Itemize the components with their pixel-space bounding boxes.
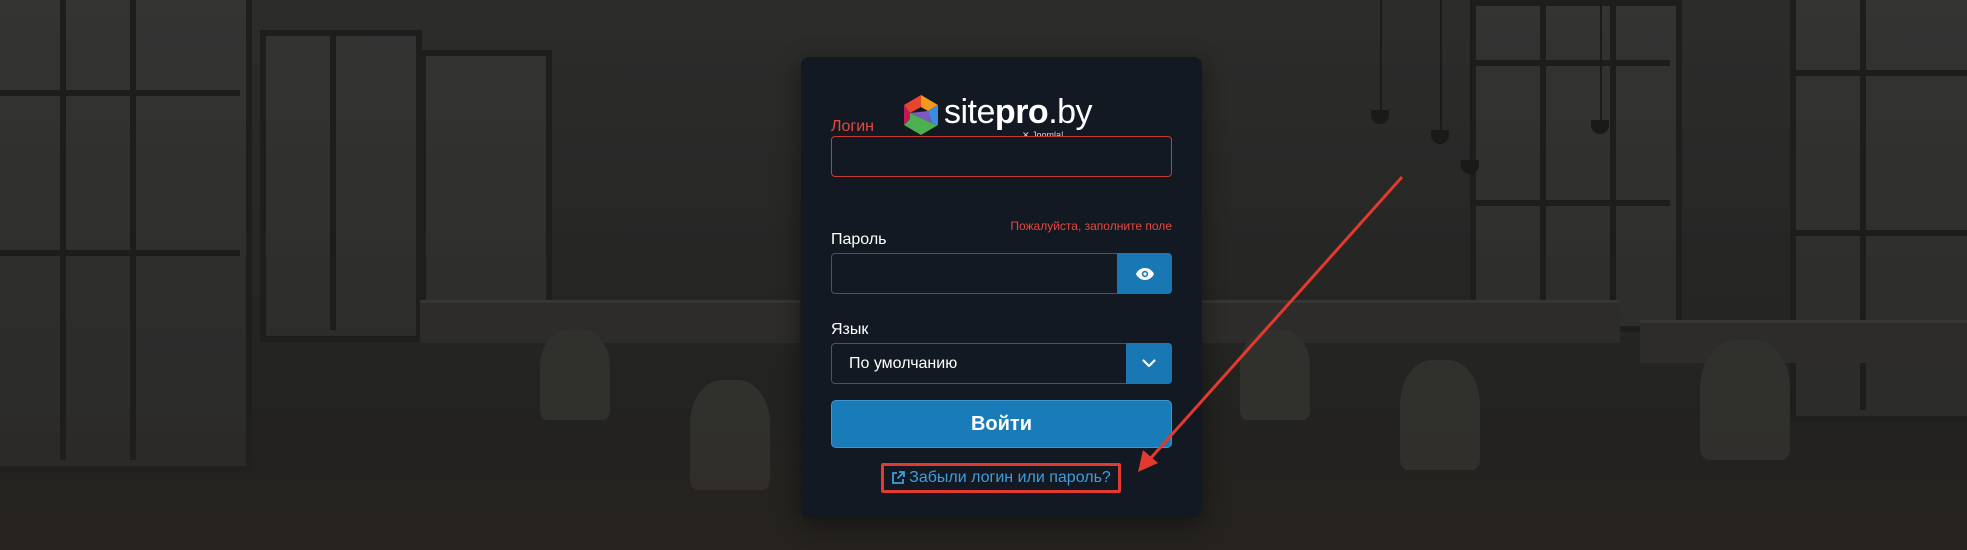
login-label: Логин [831,118,875,135]
login-input[interactable] [831,136,1172,177]
login-submit-button[interactable]: Войти [831,400,1172,448]
sitepro-wordmark: sitepro.by [944,93,1093,131]
password-label: Пароль [831,231,887,248]
chevron-down-icon [1142,359,1156,368]
language-selected-value: По умолчанию [849,355,958,372]
eye-icon [1135,267,1154,280]
login-error-message: Пожалуйста, заполните поле [1010,219,1172,233]
external-link-icon [892,471,906,484]
language-label: Язык [831,321,869,338]
login-card: sitepro.by ✕ Joomla! Логин Пожалуйста, з… [801,57,1202,518]
language-select[interactable]: По умолчанию [831,343,1172,384]
forgot-credentials-label: Забыли логин или пароль? [909,469,1111,486]
sitepro-logo-mark-icon [904,95,938,135]
show-password-button[interactable] [1117,253,1172,294]
language-dropdown-button[interactable] [1126,343,1172,384]
password-input[interactable] [831,253,1119,294]
forgot-credentials-link[interactable]: Забыли логин или пароль? [881,463,1121,493]
sitepro-logo: sitepro.by ✕ Joomla! [904,93,1104,140]
